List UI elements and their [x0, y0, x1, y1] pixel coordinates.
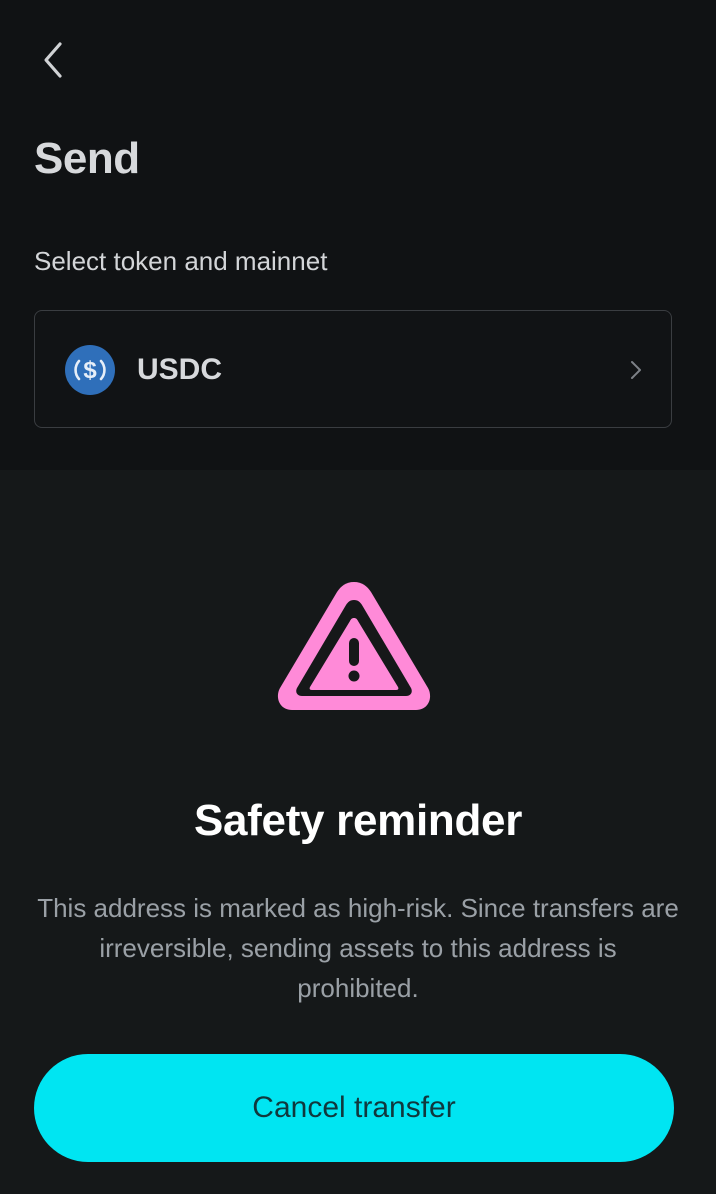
svg-text:$: $: [83, 357, 97, 384]
warning-triangle-icon: [277, 582, 431, 710]
token-selector[interactable]: $ USDC: [34, 310, 672, 428]
chevron-left-icon: [44, 42, 62, 78]
token-name: USDC: [137, 353, 223, 386]
dialog-title: Safety reminder: [193, 796, 523, 845]
send-screen: Send Select token and mainnet $ USDC Saf…: [0, 0, 716, 1194]
page-title: Send: [34, 134, 140, 183]
cancel-transfer-button[interactable]: Cancel transfer: [34, 1054, 674, 1162]
chevron-right-icon: [631, 361, 641, 379]
usdc-coin-icon: $: [65, 345, 115, 395]
safety-reminder-sheet: Safety reminder This address is marked a…: [0, 470, 716, 1194]
dialog-message: This address is marked as high-risk. Sin…: [37, 893, 679, 1003]
token-section-label: Select token and mainnet: [34, 246, 328, 276]
back-button[interactable]: [30, 36, 74, 84]
